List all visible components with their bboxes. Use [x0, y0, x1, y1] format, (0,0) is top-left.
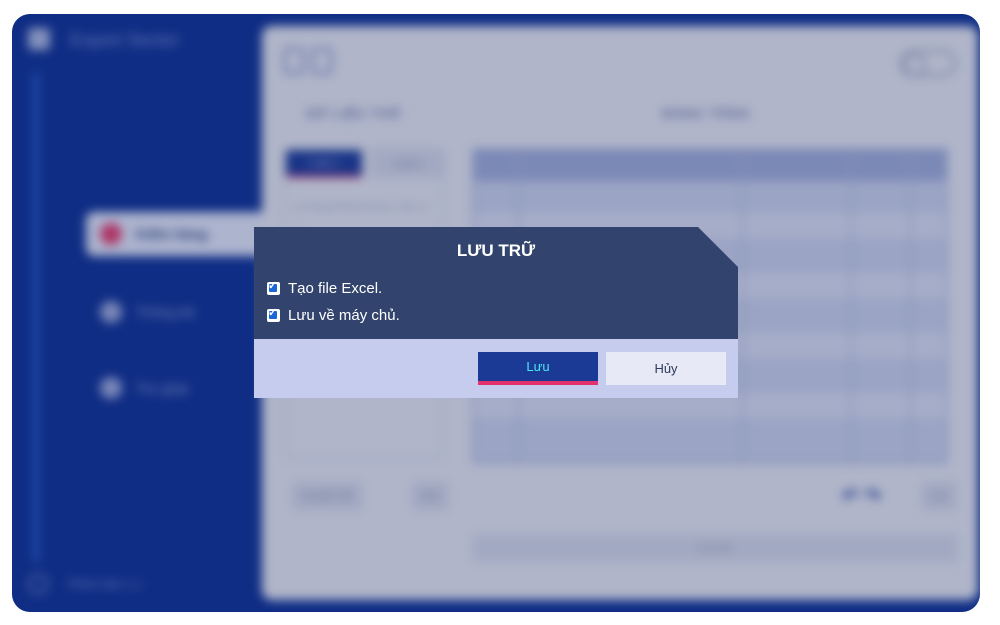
save-button[interactable]: Lưu	[478, 352, 598, 385]
option-save-server[interactable]: ✓ Lưu về máy chủ.	[267, 307, 400, 324]
check-icon: ✓	[268, 280, 278, 292]
cancel-button[interactable]: Hủy	[606, 352, 726, 385]
save-dialog: LƯU TRỮ ✓ Tạo file Excel. ✓ Lưu về máy c…	[254, 227, 738, 398]
dialog-footer: Lưu Hủy	[254, 339, 738, 398]
checkbox-create-excel[interactable]: ✓	[267, 280, 280, 295]
dialog-header: LƯU TRỮ ✓ Tạo file Excel. ✓ Lưu về máy c…	[254, 227, 738, 339]
option-create-excel[interactable]: ✓ Tạo file Excel.	[267, 280, 382, 297]
check-icon: ✓	[268, 307, 278, 319]
option-label: Tạo file Excel.	[288, 280, 383, 297]
checkbox-save-server[interactable]: ✓	[267, 307, 280, 322]
dialog-title: LƯU TRỮ	[456, 241, 536, 260]
option-label: Lưu về máy chủ.	[288, 307, 400, 324]
